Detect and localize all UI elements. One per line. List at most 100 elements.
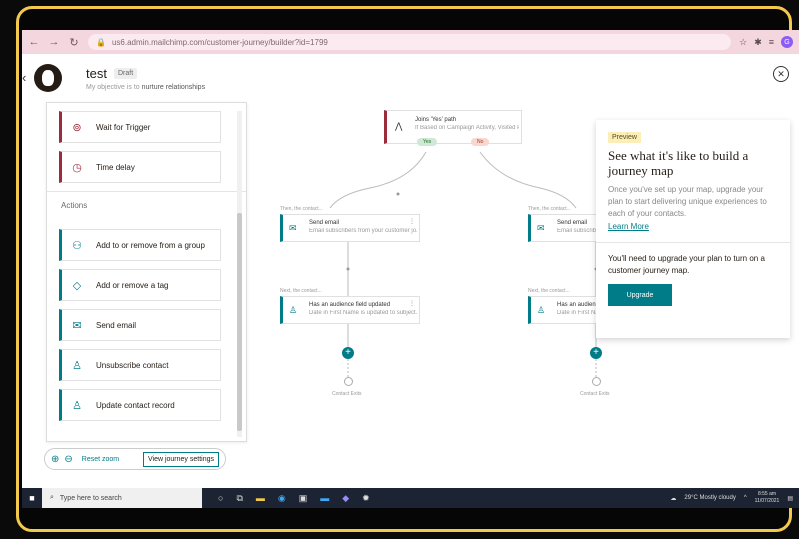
action-label: Update contact record <box>96 400 175 410</box>
node-desc: Email subscribers from your customer jo.… <box>309 228 417 234</box>
file-explorer-icon[interactable]: ▬ <box>256 493 265 504</box>
send-email-node[interactable]: ✉ Send email Email subscribers from your… <box>280 214 420 242</box>
learn-more-link[interactable]: Learn More <box>608 222 649 231</box>
reset-zoom-button[interactable]: Reset zoom <box>82 456 119 463</box>
mail-icon[interactable]: ▬ <box>320 493 329 504</box>
windows-taskbar: ■ ⌕ Type here to search ○ ⧉ ▬ ◉ ▣ ▬ ◆ ✹ … <box>22 488 799 508</box>
user-icon: ♙ <box>72 359 82 372</box>
exit-icon <box>592 377 601 386</box>
exit-label: Contact Exits <box>332 391 362 397</box>
field-updated-node[interactable]: ♙ Has an audience field updated Date in … <box>280 296 420 324</box>
node-caption: Next, the contact... <box>280 288 322 294</box>
exit-label: Contact Exits <box>580 391 610 397</box>
profile-avatar[interactable]: G <box>781 36 793 48</box>
search-icon: ⌕ <box>50 494 54 501</box>
zoom-controls: ⊕ ⊖ Reset zoom View journey settings <box>44 448 226 470</box>
app-header: ‹ test Draft My objective is to nurture … <box>22 54 799 100</box>
more-icon[interactable]: ⋮ <box>409 218 415 225</box>
back-icon[interactable]: ← <box>28 36 40 48</box>
upgrade-button[interactable]: Upgrade <box>608 284 672 306</box>
status-badge: Draft <box>114 68 138 79</box>
email-icon: ✉ <box>537 223 545 233</box>
time-text: 8:55 am <box>757 491 777 497</box>
taskbar-search[interactable]: ⌕ Type here to search <box>42 488 202 508</box>
lock-icon: 🔒 <box>96 37 106 47</box>
user-edit-icon: ♙ <box>289 305 298 315</box>
action-label: Unsubscribe contact <box>96 360 169 370</box>
journey-title[interactable]: test <box>86 66 107 81</box>
node-caption: Next, the contact... <box>528 288 570 294</box>
clock[interactable]: 8:55 am 11/07/2021 <box>755 491 780 505</box>
no-pill: No <box>471 138 490 146</box>
view-journey-settings-button[interactable]: View journey settings <box>142 451 219 467</box>
step-label: Wait for Trigger <box>96 122 151 132</box>
user-edit-icon: ♙ <box>72 399 82 412</box>
action-unsubscribe[interactable]: ♙ Unsubscribe contact <box>59 349 221 381</box>
divider <box>596 242 790 243</box>
node-caption: Then, the contact... <box>280 206 323 212</box>
action-label: Add to or remove from a group <box>96 240 205 250</box>
steps-panel: ⊚ Wait for Trigger ◷ Time delay Actions … <box>46 102 247 442</box>
forward-icon[interactable]: → <box>48 36 60 48</box>
extensions-icon[interactable]: ✱ <box>754 37 762 48</box>
preview-badge: Preview <box>608 132 641 143</box>
node-title: Send email <box>557 220 588 226</box>
action-update-contact[interactable]: ♙ Update contact record <box>59 389 221 421</box>
scrollbar-thumb[interactable] <box>237 213 242 431</box>
cloud-icon: ☁ <box>670 495 677 502</box>
user-edit-icon: ♙ <box>537 305 546 315</box>
objective-value[interactable]: nurture relationships <box>142 84 205 91</box>
action-add-remove-group[interactable]: ⚇ Add to or remove from a group <box>59 229 221 261</box>
reload-icon[interactable]: ↻ <box>68 36 80 49</box>
address-bar[interactable]: 🔒 us6.admin.mailchimp.com/customer-journ… <box>88 34 732 50</box>
email-icon: ✉ <box>72 319 82 332</box>
upgrade-text: You'll need to upgrade your plan to turn… <box>608 254 765 275</box>
mailchimp-logo[interactable] <box>34 64 62 92</box>
objective-text: My objective is to nurture relationships <box>86 84 205 91</box>
url-text: us6.admin.mailchimp.com/customer-journey… <box>111 37 328 47</box>
action-send-email[interactable]: ✉ Send email <box>59 309 221 341</box>
action-label: Send email <box>96 320 137 330</box>
node-title: Send email <box>309 220 340 226</box>
add-step-button[interactable]: + <box>342 347 354 359</box>
exit-icon <box>344 377 353 386</box>
preview-title: See what it's like to build a journey ma… <box>608 148 749 178</box>
zoom-in-icon[interactable]: ⊕ <box>51 454 59 465</box>
add-step-button[interactable]: + <box>590 347 602 359</box>
menu-icon[interactable]: ≡ <box>769 37 774 47</box>
trigger-icon: ⊚ <box>72 121 82 134</box>
more-icon[interactable]: ⋮ <box>409 300 415 307</box>
search-placeholder: Type here to search <box>59 494 122 502</box>
app-icon[interactable]: ◆ <box>342 493 349 504</box>
browser-toolbar: ← → ↻ 🔒 us6.admin.mailchimp.com/customer… <box>22 30 799 54</box>
edge-icon[interactable]: ◉ <box>278 493 286 504</box>
actions-heading: Actions <box>61 201 88 210</box>
notification-icon[interactable]: ▤ <box>787 495 793 502</box>
weather-text[interactable]: 29°C Mostly cloudy <box>684 495 735 501</box>
store-icon[interactable]: ▣ <box>299 493 308 504</box>
step-label: Time delay <box>96 162 135 172</box>
star-icon[interactable]: ☆ <box>739 37 747 48</box>
cortana-icon[interactable]: ○ <box>218 493 223 504</box>
back-arrow-icon[interactable]: ‹ <box>22 70 26 85</box>
zoom-out-icon[interactable]: ⊖ <box>64 454 72 465</box>
trigger-title: Joins 'Yes' path <box>415 117 457 123</box>
group-icon: ⚇ <box>72 239 82 252</box>
preview-card: Preview See what it's like to build a jo… <box>596 120 790 338</box>
step-wait-for-trigger[interactable]: ⊚ Wait for Trigger <box>59 111 221 143</box>
email-icon: ✉ <box>289 223 297 233</box>
windows-start-icon[interactable]: ■ <box>22 493 42 503</box>
screen: ← → ↻ 🔒 us6.admin.mailchimp.com/customer… <box>22 30 799 508</box>
action-add-remove-tag[interactable]: ◇ Add or remove a tag <box>59 269 221 301</box>
objective-prefix: My objective is to <box>86 84 140 91</box>
node-title: Has an audience field updated <box>309 302 391 308</box>
settings-icon[interactable]: ✹ <box>362 493 370 504</box>
task-view-icon[interactable]: ⧉ <box>236 493 242 504</box>
step-time-delay[interactable]: ◷ Time delay <box>59 151 221 183</box>
node-desc: Date in First Name is updated to subject… <box>309 310 417 316</box>
clock-icon: ◷ <box>72 161 82 174</box>
preview-text: Once you've set up your map, upgrade you… <box>608 185 767 218</box>
trigger-node[interactable]: ⋀ Joins 'Yes' path If Based on Campaign … <box>384 110 522 146</box>
tray-chevron-icon[interactable]: ^ <box>744 495 747 501</box>
close-icon[interactable]: ✕ <box>773 66 789 82</box>
